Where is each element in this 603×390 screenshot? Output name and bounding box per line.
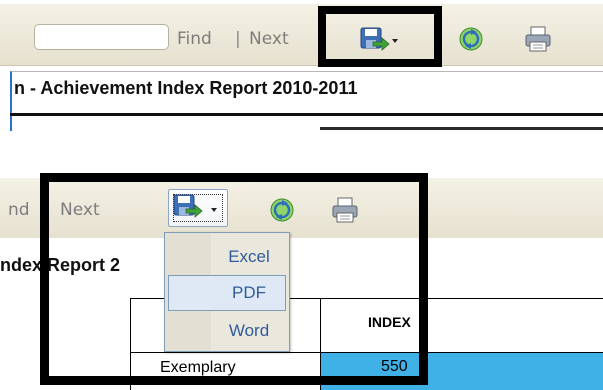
find-link[interactable]: Find	[177, 29, 212, 49]
find-input[interactable]	[34, 24, 169, 50]
find-link[interactable]: nd	[8, 200, 30, 220]
title-rule	[10, 113, 603, 116]
next-link[interactable]: Next	[249, 29, 289, 49]
report-title: n - Achievement Index Report 2010-2011	[14, 78, 358, 98]
highlight-box-export	[318, 6, 442, 67]
printer-icon	[525, 26, 551, 52]
refresh-button[interactable]	[458, 26, 484, 52]
highlight-box-export-menu	[40, 173, 428, 385]
refresh-icon	[459, 27, 483, 51]
print-button[interactable]	[524, 25, 552, 53]
find-next-separator: |	[235, 29, 241, 49]
table-rule	[320, 127, 603, 130]
